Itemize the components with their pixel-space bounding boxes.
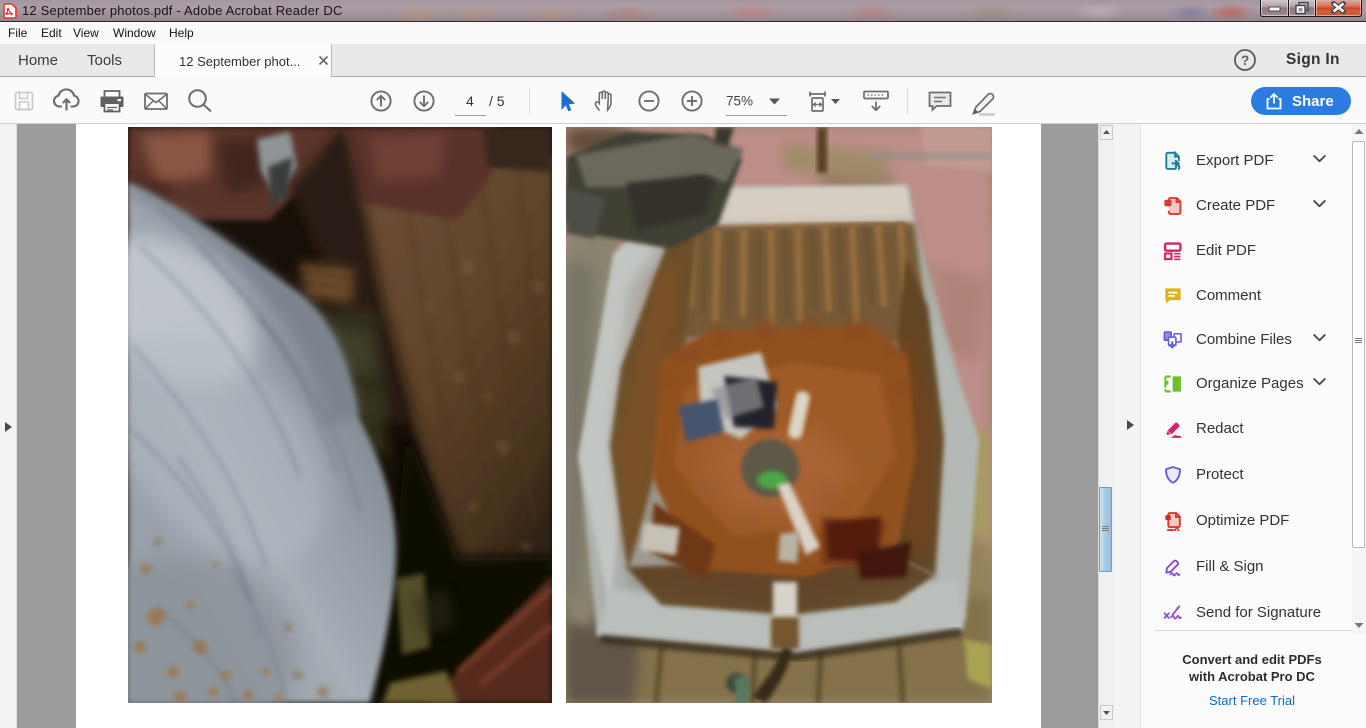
svg-text:?: ? (1241, 53, 1249, 68)
svg-text:/ 5: / 5 (489, 93, 505, 109)
svg-text:4: 4 (466, 93, 474, 109)
svg-text:75%: 75% (726, 94, 753, 109)
